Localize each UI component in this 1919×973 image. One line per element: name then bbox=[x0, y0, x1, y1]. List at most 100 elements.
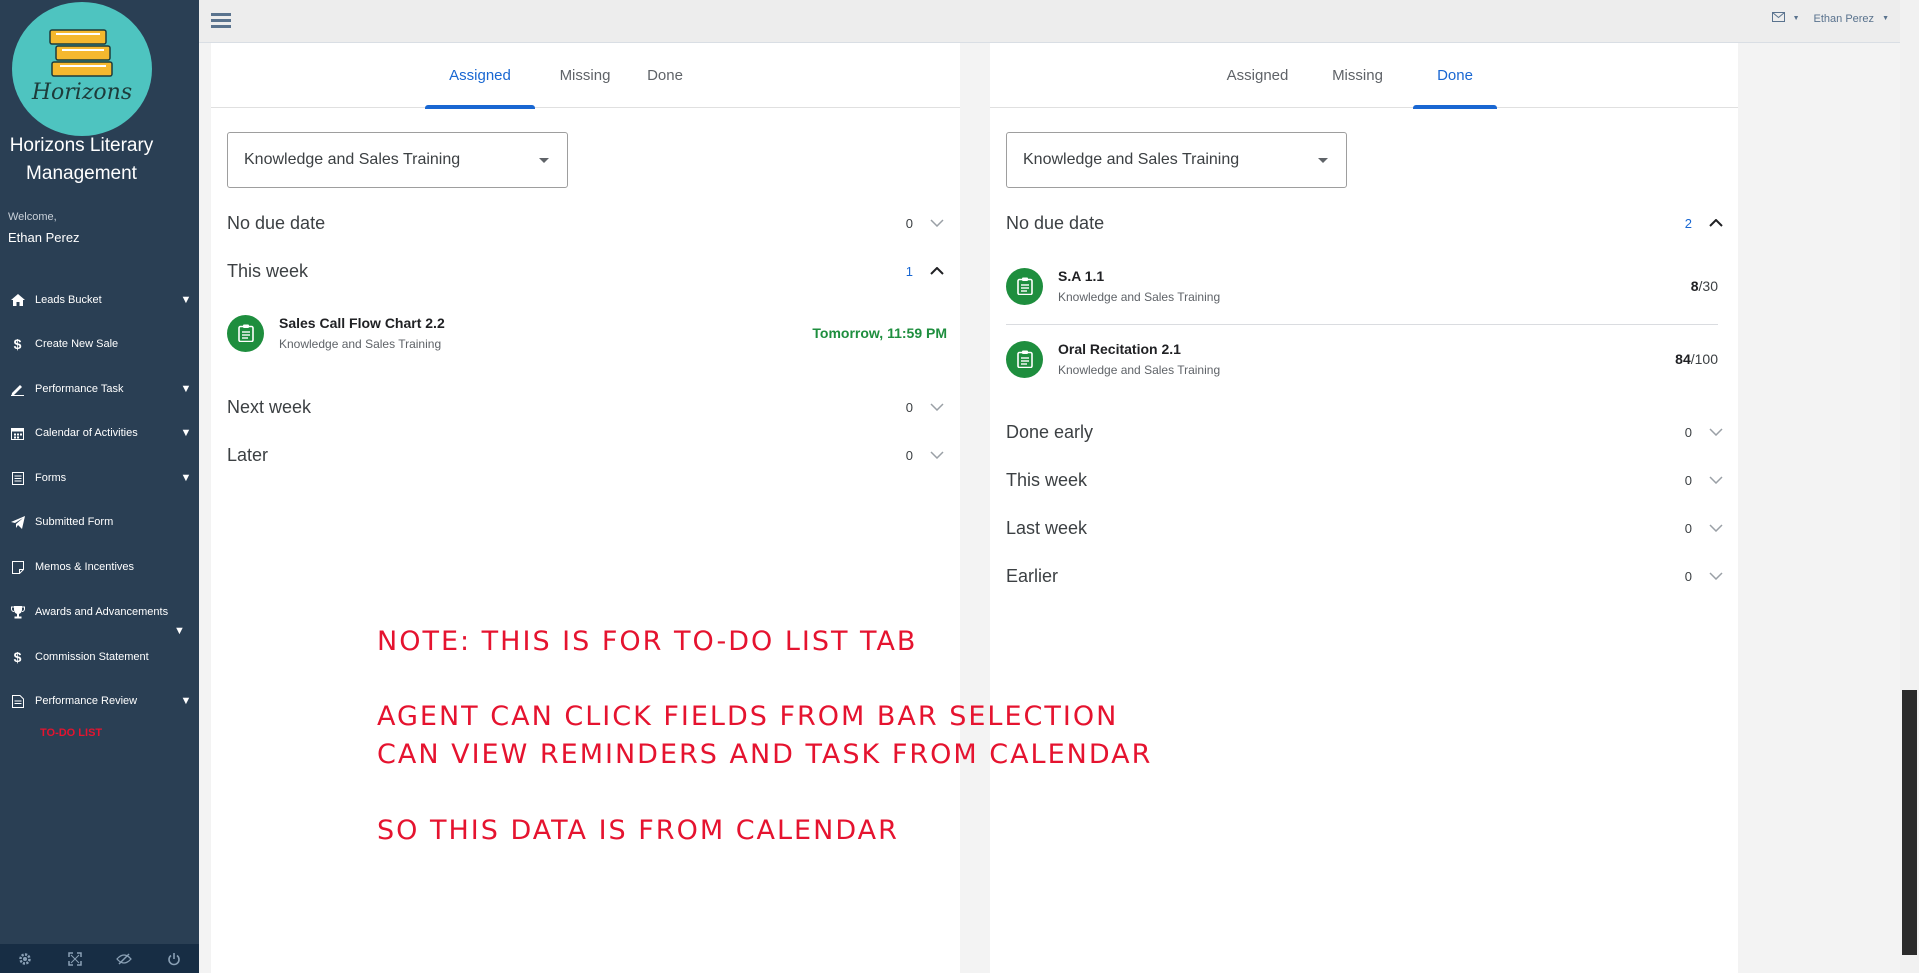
section-no-due-date[interactable]: No due date 2 bbox=[1006, 208, 1726, 238]
section-title: Last week bbox=[1006, 517, 1088, 538]
tab-assigned[interactable]: Assigned bbox=[1210, 43, 1305, 108]
caret-down-icon[interactable]: ▼ bbox=[1793, 15, 1800, 22]
chevron-down-icon bbox=[1706, 476, 1726, 484]
section-this-week[interactable]: This week 1 bbox=[227, 256, 947, 286]
section-no-due-date[interactable]: No due date 0 bbox=[227, 208, 947, 238]
sidebar: Horizons Horizons Literary Management We… bbox=[0, 0, 199, 973]
sidebar-item-commission-statement[interactable]: $ Commission Statement bbox=[0, 637, 199, 677]
top-navbar: ▼ Ethan Perez ▼ bbox=[199, 0, 1919, 43]
sidebar-item-label: Awards and Advancements bbox=[35, 606, 169, 618]
section-later[interactable]: Later 0 bbox=[227, 440, 947, 470]
sidebar-item-forms[interactable]: Forms ▼ bbox=[0, 458, 199, 498]
item-due-date: Tomorrow, 11:59 PM bbox=[812, 325, 947, 341]
list-item[interactable]: S.A 1.1 Knowledge and Sales Training 8/3… bbox=[1006, 256, 1718, 316]
caret-down-icon bbox=[539, 158, 549, 163]
sidebar-item-label: Performance Task bbox=[35, 383, 124, 395]
caret-down-icon[interactable]: ▼ bbox=[1882, 15, 1889, 22]
item-subtitle: Knowledge and Sales Training bbox=[1058, 290, 1221, 304]
memo-icon bbox=[0, 560, 35, 574]
sidebar-item-label: Submitted Form bbox=[35, 516, 114, 528]
sidebar-item-label: Memos & Incentives bbox=[35, 561, 135, 573]
eye-slash-icon[interactable] bbox=[100, 944, 150, 973]
item-score: 8/30 bbox=[1691, 278, 1718, 294]
section-earlier[interactable]: Earlier 0 bbox=[1006, 561, 1726, 591]
chevron-down-icon bbox=[927, 219, 947, 227]
section-this-week[interactable]: This week 0 bbox=[1006, 465, 1726, 495]
section-next-week[interactable]: Next week 0 bbox=[227, 392, 947, 422]
list-item[interactable]: Sales Call Flow Chart 2.2 Knowledge and … bbox=[227, 303, 947, 363]
sidebar-item-submitted-form[interactable]: Submitted Form bbox=[0, 502, 199, 542]
section-title: Earlier bbox=[1006, 565, 1059, 586]
tab-bar: Assigned Missing Done bbox=[211, 43, 960, 109]
section-title: This week bbox=[227, 260, 309, 281]
scrollbar-thumb[interactable] bbox=[1902, 690, 1917, 955]
chevron-down-icon bbox=[1706, 524, 1726, 532]
class-select[interactable]: Knowledge and Sales Training bbox=[1006, 132, 1347, 188]
sidebar-item-label: Create New Sale bbox=[35, 338, 119, 350]
sidebar-item-performance-task[interactable]: Performance Task ▼ bbox=[0, 369, 199, 409]
chevron-down-icon bbox=[927, 451, 947, 459]
power-icon[interactable] bbox=[149, 944, 199, 973]
tab-missing[interactable]: Missing bbox=[1315, 43, 1400, 108]
chevron-down-icon bbox=[1706, 428, 1726, 436]
section-count: 0 bbox=[905, 399, 913, 415]
tab-assigned[interactable]: Assigned bbox=[425, 43, 535, 109]
sidebar-item-leads-bucket[interactable]: Leads Bucket ▼ bbox=[0, 280, 199, 320]
chevron-down-icon[interactable]: ▼ bbox=[174, 625, 185, 637]
dollar-icon: $ bbox=[13, 336, 22, 352]
sidebar-item-label: Leads Bucket bbox=[35, 294, 102, 306]
section-count: 0 bbox=[1684, 424, 1692, 440]
assignment-icon bbox=[227, 314, 264, 352]
sidebar-item-memos-incentives[interactable]: Memos & Incentives bbox=[0, 547, 199, 587]
section-title: Next week bbox=[227, 396, 312, 417]
sidebar-username: Ethan Perez bbox=[8, 230, 80, 245]
annotation-note-line-1: NOTE: THIS IS FOR TO-DO LIST TAB bbox=[377, 626, 918, 657]
mail-icon[interactable] bbox=[1771, 12, 1785, 25]
dollar-icon: $ bbox=[13, 649, 22, 665]
chevron-down-icon: ▼ bbox=[180, 383, 192, 395]
caret-down-icon bbox=[1318, 158, 1328, 163]
brand-line-2: Management bbox=[26, 163, 137, 184]
trophy-icon bbox=[0, 605, 35, 619]
sidebar-item-create-new-sale[interactable]: $ Create New Sale bbox=[0, 324, 199, 364]
item-title: Sales Call Flow Chart 2.2 bbox=[279, 315, 445, 331]
class-select[interactable]: Knowledge and Sales Training bbox=[227, 132, 568, 188]
form-icon bbox=[0, 471, 35, 485]
fullscreen-icon[interactable] bbox=[50, 944, 100, 973]
divider bbox=[1006, 324, 1718, 325]
section-done-early[interactable]: Done early 0 bbox=[1006, 417, 1726, 447]
section-last-week[interactable]: Last week 0 bbox=[1006, 513, 1726, 543]
section-count: 0 bbox=[1684, 472, 1692, 488]
logo-text: Horizons bbox=[31, 80, 133, 105]
sidebar-item-calendar-of-activities[interactable]: Calendar of Activities ▼ bbox=[0, 413, 199, 453]
section-count: 0 bbox=[1684, 568, 1692, 584]
tab-done[interactable]: Done bbox=[635, 43, 695, 108]
item-subtitle: Knowledge and Sales Training bbox=[279, 337, 442, 351]
hamburger-menu-icon[interactable] bbox=[211, 12, 231, 34]
section-count: 0 bbox=[905, 447, 913, 463]
list-item[interactable]: Oral Recitation 2.1 Knowledge and Sales … bbox=[1006, 329, 1718, 389]
class-select-value: Knowledge and Sales Training bbox=[1023, 151, 1240, 168]
settings-icon[interactable] bbox=[0, 944, 50, 973]
section-count: 0 bbox=[905, 215, 913, 231]
user-menu[interactable]: Ethan Perez bbox=[1814, 13, 1875, 25]
tab-missing[interactable]: Missing bbox=[545, 43, 625, 108]
class-select-value: Knowledge and Sales Training bbox=[244, 151, 461, 168]
item-text: Oral Recitation 2.1 Knowledge and Sales … bbox=[1058, 341, 1675, 377]
sidebar-item-awards-advancements[interactable]: Awards and Advancements bbox=[0, 592, 199, 632]
pen-icon bbox=[0, 383, 35, 396]
item-title: S.A 1.1 bbox=[1058, 268, 1105, 284]
score-value: 8 bbox=[1690, 278, 1699, 294]
sidebar-item-performance-review[interactable]: Performance Review ▼ bbox=[0, 681, 199, 721]
document-icon bbox=[0, 694, 35, 708]
chevron-down-icon bbox=[1706, 572, 1726, 580]
score-total: /100 bbox=[1690, 351, 1718, 367]
section-title: Later bbox=[227, 444, 269, 465]
tab-done[interactable]: Done bbox=[1413, 43, 1497, 109]
item-text: S.A 1.1 Knowledge and Sales Training bbox=[1058, 268, 1691, 304]
item-title: Oral Recitation 2.1 bbox=[1058, 341, 1181, 357]
sidebar-subitem-todo-list[interactable]: TO-DO LIST bbox=[40, 727, 102, 739]
welcome-label: Welcome, bbox=[8, 211, 57, 223]
tab-bar: Assigned Missing Done bbox=[990, 43, 1738, 109]
books-icon bbox=[49, 29, 113, 77]
